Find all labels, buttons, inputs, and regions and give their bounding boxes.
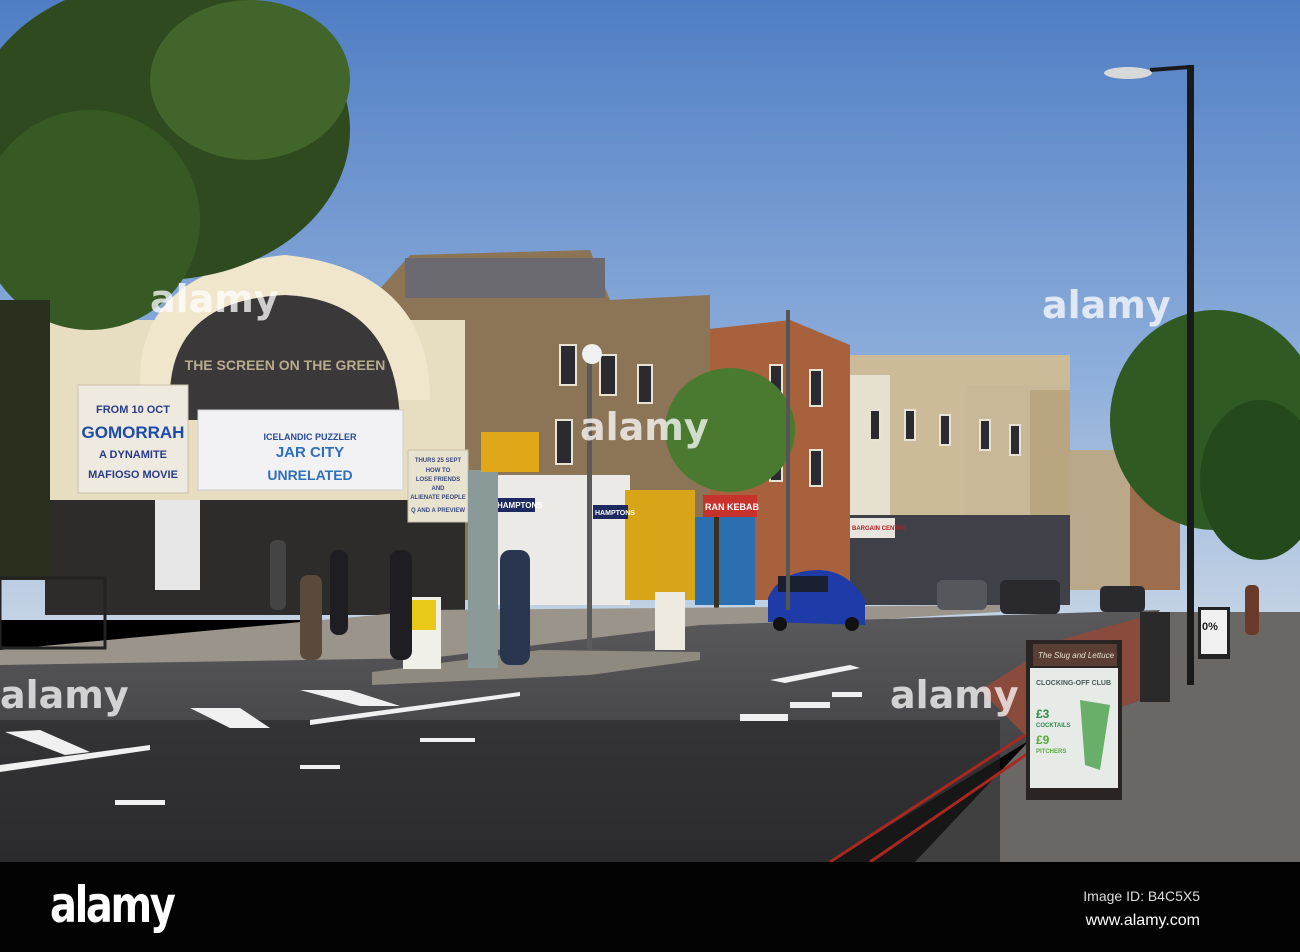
watermark-text: alamy <box>1042 283 1171 327</box>
a-board-price: £3 <box>1036 707 1050 721</box>
a-board-price: £9 <box>1036 733 1050 747</box>
shadow <box>0 720 1000 862</box>
watermark-text: alamy <box>580 405 709 449</box>
marquee-text: LOSE FRIENDS <box>416 477 460 483</box>
watermark-text: alamy <box>0 673 129 717</box>
marquee-text: GOMORRAH <box>82 423 185 442</box>
cinema-name: THE SCREEN ON THE GREEN <box>185 357 386 373</box>
cream-terrace <box>848 355 1070 605</box>
marquee-text: HOW TO <box>426 468 451 474</box>
right-board: 0% <box>1198 607 1230 659</box>
marquee-text: AND <box>432 486 446 492</box>
marquee-text: Q AND A PREVIEW <box>411 508 465 514</box>
street-photo: THE SCREEN ON THE GREEN FROM 10 OCT GOMO… <box>0 0 1300 862</box>
marquee-text: JAR CITY <box>276 444 344 461</box>
marquee-text: THURS 25 SEPT <box>415 458 462 464</box>
marquee-text: A DYNAMITE <box>99 449 167 461</box>
marquee-text: ALIENATE PEOPLE <box>410 495 466 501</box>
marquee-text: FROM 10 OCT <box>96 404 170 416</box>
footer-bar: alamy Image ID: B4C5X5 www.alamy.com <box>0 862 1300 952</box>
right-board-text: 0% <box>1202 621 1218 633</box>
a-board-item: COCKTAILS <box>1036 723 1071 729</box>
alamy-logo: alamy <box>50 876 176 934</box>
shop-sign: RAN KEBAB <box>705 502 760 512</box>
marquee-text: ICELANDIC PUZZLER <box>264 432 357 442</box>
watermark-text: alamy <box>890 673 1019 717</box>
image-id: Image ID: B4C5X5 <box>1083 888 1200 904</box>
shop-sign: HAMPTONS <box>595 510 635 517</box>
watermark-text: alamy <box>150 277 279 321</box>
shop-sign: HAMPTONS <box>497 501 543 510</box>
a-board-item: PITCHERS <box>1036 749 1066 755</box>
marquee-text: MAFIOSO MOVIE <box>88 469 178 481</box>
a-board-header: The Slug and Lettuce <box>1038 651 1115 660</box>
a-board-title: CLOCKING-OFF CLUB <box>1036 680 1111 687</box>
marquee-text: UNRELATED <box>267 467 352 483</box>
shop-sign: BARGAIN CENTRE <box>852 526 906 532</box>
a-board-sign: The Slug and Lettuce CLOCKING-OFF CLUB £… <box>1026 640 1122 800</box>
site-url[interactable]: www.alamy.com <box>1086 912 1200 930</box>
